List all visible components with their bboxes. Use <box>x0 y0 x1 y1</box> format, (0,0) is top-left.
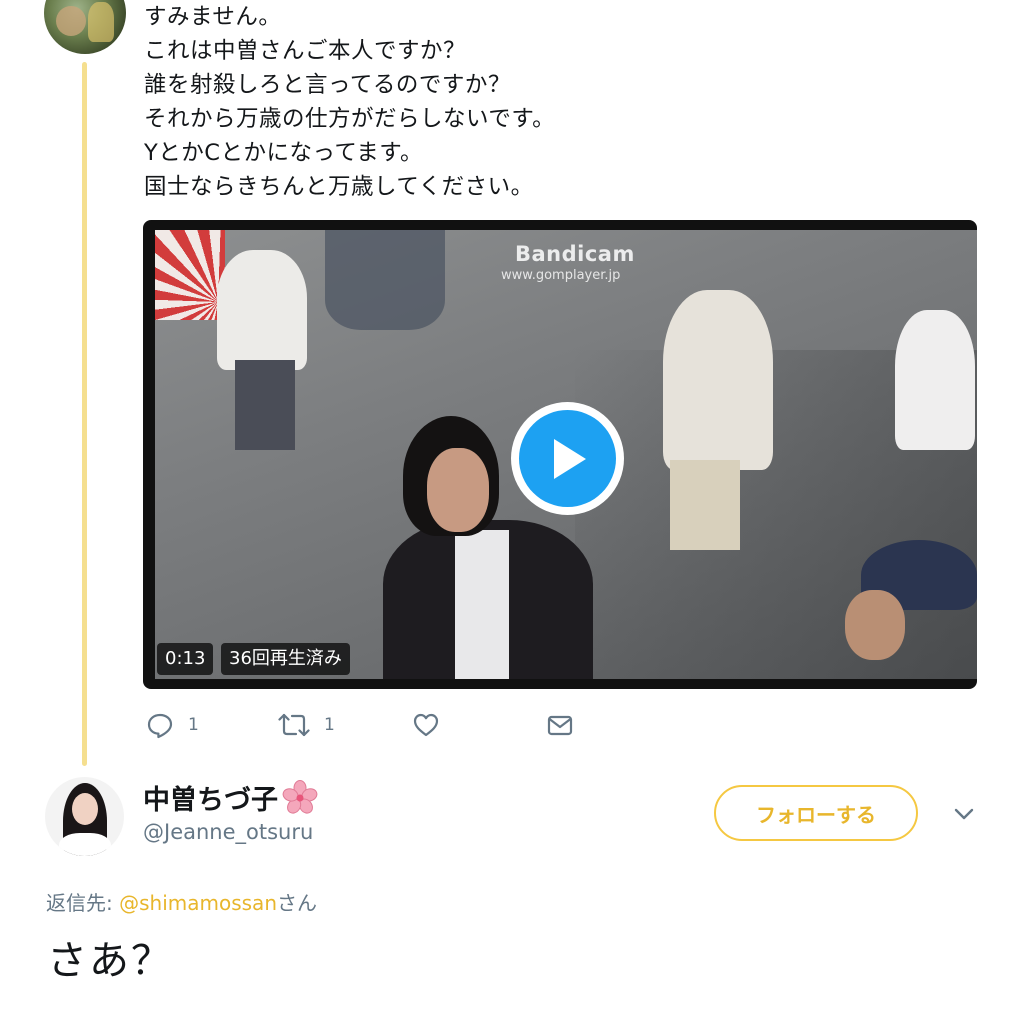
reply-author-avatar[interactable] <box>44 0 126 54</box>
avatar-shape <box>88 2 114 42</box>
tweet-line: これは中曽さんご本人ですか？ <box>144 38 467 64</box>
tweet-line: それから万歳の仕方がだらしないです。 <box>144 106 556 132</box>
reply-tweet-text: すみません。 これは中曽さんご本人ですか？ 誰を射殺しろと言ってるのですか？ そ… <box>144 0 964 204</box>
video-views-badge: 36回再生済み <box>221 643 350 675</box>
replying-to-line: 返信先: @shimamossanさん <box>46 887 317 916</box>
thread-connector-line <box>82 62 87 766</box>
video-duration-badge: 0:13 <box>157 643 214 675</box>
thumbnail-person <box>895 310 975 450</box>
replying-to-label: 返信先: <box>46 891 120 915</box>
thumbnail-person <box>427 448 489 532</box>
envelope-icon <box>547 715 573 736</box>
tweet-line: 誰を射殺しろと言ってるのですか？ <box>144 72 511 98</box>
play-icon <box>553 438 586 479</box>
direct-message-button[interactable] <box>546 708 574 742</box>
heart-icon <box>413 713 439 737</box>
author-name-text: 中曽ちづ子 <box>143 785 278 816</box>
chevron-down-icon[interactable] <box>950 800 978 828</box>
replying-to-suffix: さん <box>277 891 317 915</box>
thumbnail-flag <box>155 230 225 320</box>
tweet-body-text: さあ？ <box>47 938 173 984</box>
thumbnail-person <box>845 590 905 660</box>
reply-button[interactable]: 1 <box>146 708 199 742</box>
play-button[interactable] <box>511 402 624 515</box>
thumbnail-person <box>455 530 509 679</box>
video-watermark-url: www.gomplayer.jp <box>501 268 621 283</box>
author-handle[interactable]: @Jeanne_otsuru <box>143 820 313 844</box>
avatar-shape <box>59 833 111 856</box>
like-button[interactable] <box>412 708 440 742</box>
tweet-action-bar: 1 1 <box>146 708 606 742</box>
cut-off-content <box>46 1000 546 1012</box>
video-watermark-title: Bandicam <box>515 242 635 266</box>
thumbnail-background-people <box>325 230 445 330</box>
avatar-shape <box>56 6 86 36</box>
play-button-circle <box>519 410 616 507</box>
tweet-thread-page: すみません。 これは中曽さんご本人ですか？ 誰を射殺しろと言ってるのですか？ そ… <box>0 0 1024 1012</box>
cherry-blossom-icon <box>282 779 318 816</box>
author-display-name[interactable]: 中曽ちづ子 <box>143 778 318 817</box>
tweet-line: YとかCとかになってます。 <box>144 140 423 166</box>
thumbnail-person <box>217 250 307 370</box>
retweet-icon <box>278 713 310 737</box>
tweet-line: すみません。 <box>144 4 282 30</box>
tweet-line: 国士ならきちんと万歳してください。 <box>144 174 534 200</box>
reply-count: 1 <box>188 715 199 735</box>
retweet-count: 1 <box>324 715 335 735</box>
retweet-button[interactable]: 1 <box>278 708 335 742</box>
thumbnail-person <box>663 290 773 470</box>
reply-icon <box>147 713 173 739</box>
follow-button[interactable]: フォローする <box>714 785 918 841</box>
replying-to-mention[interactable]: @shimamossan <box>119 891 277 915</box>
thumbnail-person <box>670 460 740 550</box>
author-avatar[interactable] <box>45 777 124 856</box>
avatar-shape <box>72 793 98 825</box>
thumbnail-person <box>235 360 295 450</box>
